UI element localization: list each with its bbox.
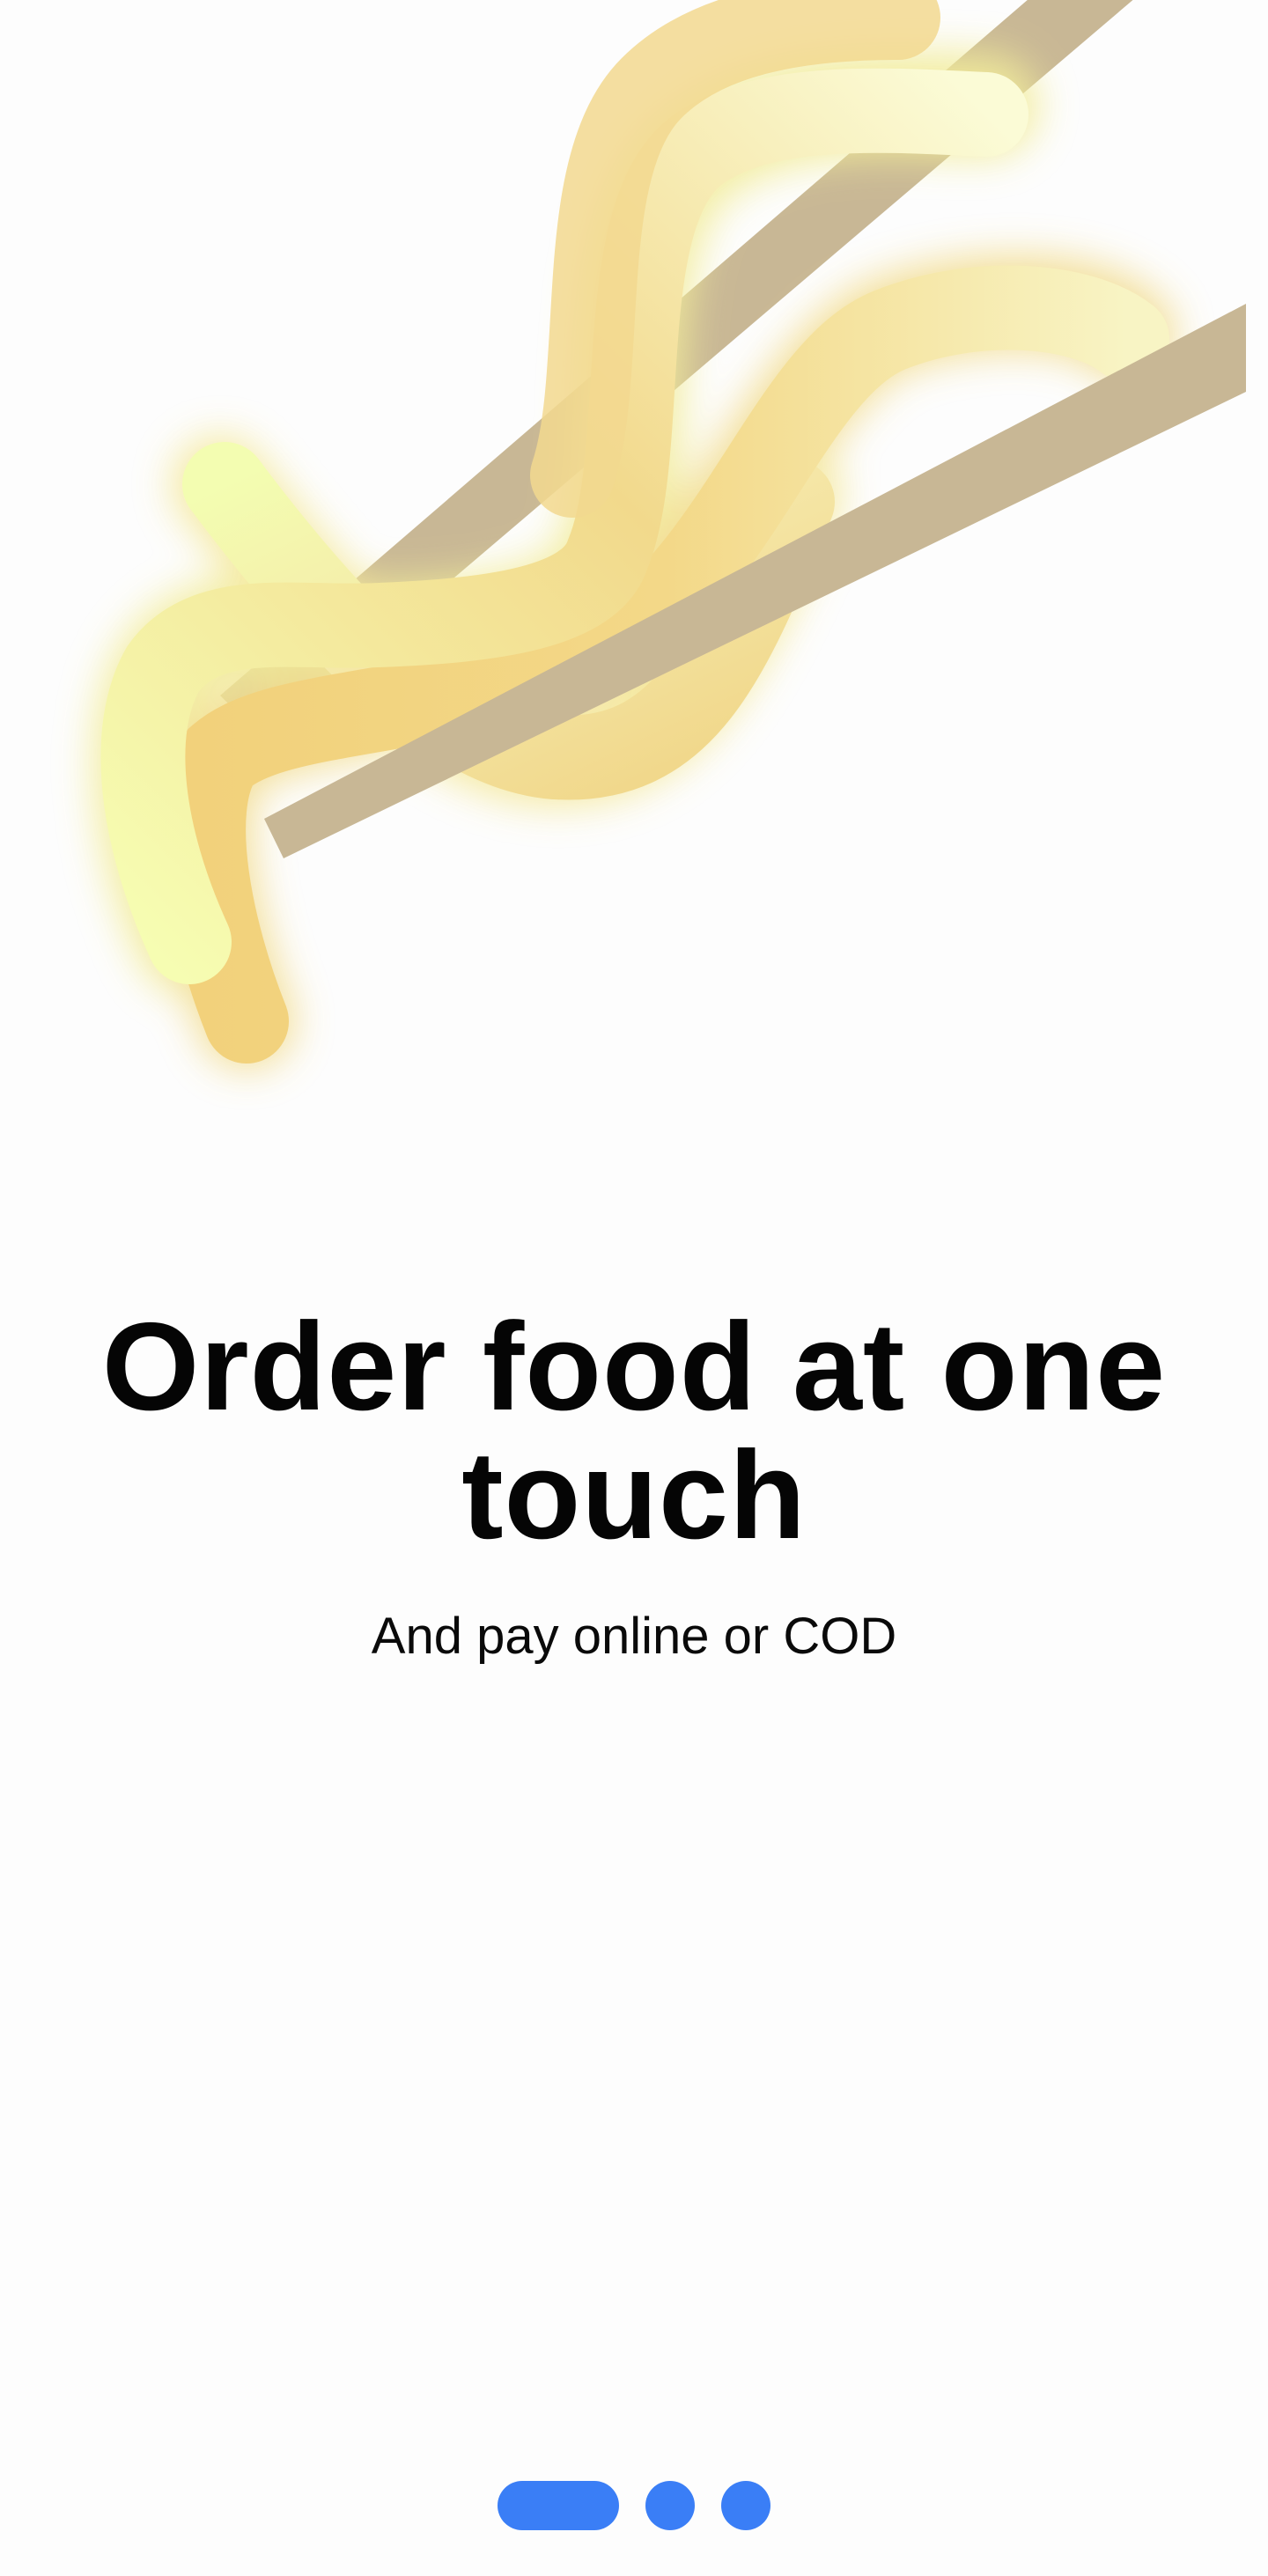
hero-illustration — [0, 0, 1268, 1144]
headline: Order food at one touch — [101, 1297, 1167, 1565]
onboarding-text: Order food at one touch And pay online o… — [0, 1303, 1268, 1667]
page-dot-2[interactable] — [645, 2481, 695, 2530]
subtitle: And pay online or COD — [371, 1608, 897, 1665]
page-dot-3[interactable] — [721, 2481, 770, 2530]
page-dot-1[interactable] — [498, 2481, 619, 2530]
noodles-chopsticks-icon — [92, 0, 1246, 1070]
page-indicator — [0, 2481, 1268, 2530]
